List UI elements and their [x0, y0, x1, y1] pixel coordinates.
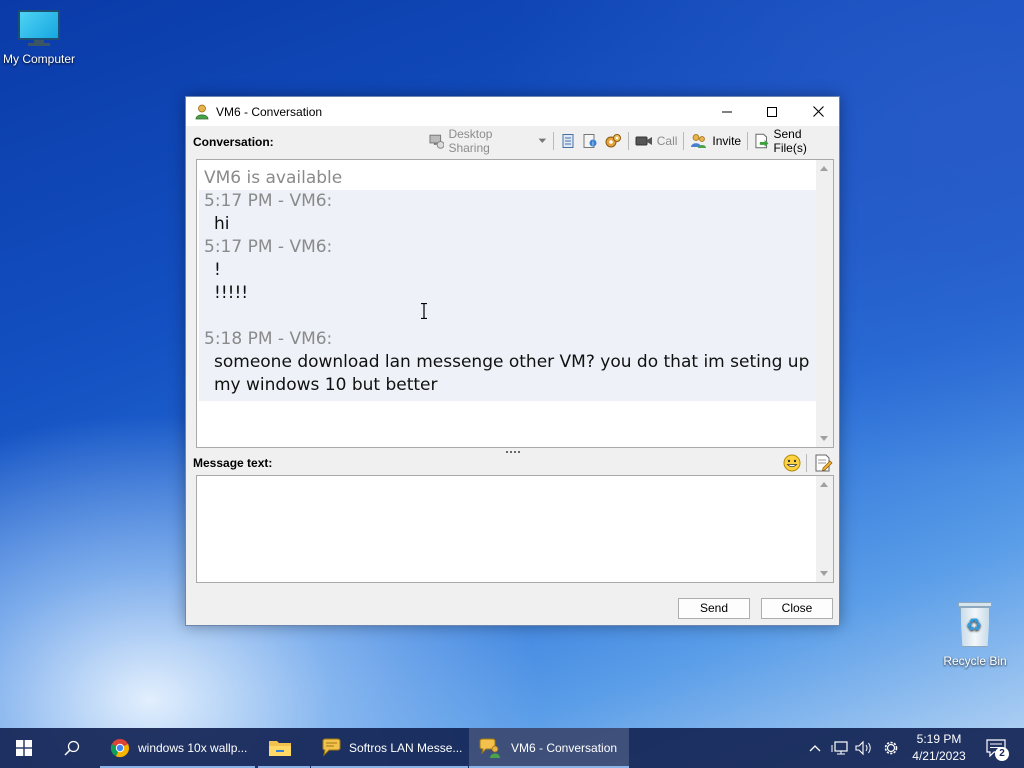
clock-date: 4/21/2023	[912, 749, 966, 763]
message-header: 5:18 PM - VM6:	[204, 329, 333, 349]
emoticon-icon[interactable]	[783, 454, 801, 472]
user-icon	[195, 104, 209, 119]
clock-time: 5:19 PM	[916, 732, 962, 746]
taskbar-item-label: Softros LAN Messe...	[349, 741, 463, 755]
scroll-down-arrow-icon[interactable]	[820, 436, 828, 441]
toolbar-separator	[683, 132, 685, 150]
desktop-sharing-icon	[429, 134, 445, 149]
gear-icon	[884, 741, 898, 755]
taskbar-item-file-explorer[interactable]	[258, 728, 310, 768]
folder-icon	[269, 741, 291, 756]
network-icon	[831, 741, 848, 755]
recycle-bin-desktop-icon[interactable]: ♻ Recycle Bin	[933, 602, 1017, 668]
conversation-toolbar: Desktop Sharing i Call Invite Send File(…	[426, 127, 839, 155]
message-text: !	[214, 260, 221, 280]
message-scrollbar[interactable]	[816, 476, 833, 582]
conversation-label: Conversation:	[193, 135, 274, 149]
show-hidden-icons-button[interactable]	[804, 728, 826, 768]
send-files-label: Send File(s)	[773, 127, 807, 155]
my-computer-label: My Computer	[2, 52, 76, 66]
scroll-up-arrow-icon[interactable]	[820, 482, 828, 487]
message-text: my windows 10 but better	[214, 375, 438, 395]
message-text: !!!!!	[214, 283, 249, 303]
close-icon	[812, 106, 824, 117]
history-book-icon	[562, 134, 574, 148]
invite-users-icon	[691, 134, 707, 148]
start-button[interactable]	[0, 728, 48, 768]
conversation-history[interactable]: VM6 is available 5:17 PM - VM6: hi 5:17 …	[196, 159, 834, 448]
message-header: 5:17 PM - VM6:	[204, 237, 333, 257]
toolbar-separator	[806, 454, 807, 472]
notification-count-badge: 2	[995, 747, 1009, 761]
maximize-button[interactable]	[749, 97, 795, 126]
conversation-scrollbar[interactable]	[816, 160, 833, 447]
taskbar-item-lan-messenger[interactable]: Softros LAN Messe...	[311, 728, 468, 768]
toolbar-separator	[552, 132, 554, 150]
send-file-icon	[755, 133, 769, 149]
video-camera-icon	[635, 136, 652, 146]
message-group: 5:17 PM - VM6: hi 5:17 PM - VM6: ! !!!!!…	[199, 190, 816, 401]
scroll-up-arrow-icon[interactable]	[820, 166, 828, 171]
invite-button[interactable]: Invite	[687, 130, 744, 152]
send-button[interactable]: Send	[678, 598, 750, 619]
action-center-button[interactable]: 2	[978, 728, 1014, 768]
toolbar-separator	[627, 132, 629, 150]
gears-icon	[605, 134, 621, 148]
taskbar-item-label: VM6 - Conversation	[511, 741, 618, 755]
windows-logo-icon	[16, 740, 32, 756]
user-info-button[interactable]: i	[579, 130, 601, 152]
message-text: hi	[214, 214, 230, 234]
chevron-down-icon	[538, 138, 547, 143]
recycle-bin-label: Recycle Bin	[943, 654, 1007, 668]
computer-icon	[18, 8, 60, 46]
volume-tray-button[interactable]	[852, 728, 876, 768]
conversation-window: VM6 - Conversation Conversation: Desktop…	[185, 96, 840, 626]
message-input[interactable]	[197, 476, 815, 582]
title-bar[interactable]: VM6 - Conversation	[186, 97, 839, 126]
history-button[interactable]	[557, 130, 579, 152]
status-message: VM6 is available	[204, 168, 343, 188]
desktop-sharing-button[interactable]: Desktop Sharing	[426, 127, 550, 155]
settings-tray-button[interactable]	[878, 728, 904, 768]
message-text-area[interactable]	[196, 475, 834, 583]
taskbar-item-label: windows 10x wallp...	[138, 741, 248, 755]
invite-label: Invite	[712, 134, 742, 148]
search-icon	[64, 740, 80, 756]
taskbar-item-conversation[interactable]: VM6 - Conversation	[469, 728, 629, 768]
recycle-bin-icon: ♻	[958, 602, 992, 648]
pane-splitter-handle[interactable]	[506, 451, 520, 455]
lan-messenger-icon	[322, 738, 341, 757]
maximize-icon	[767, 106, 777, 117]
close-window-button[interactable]	[795, 97, 841, 126]
search-button[interactable]	[48, 728, 96, 768]
message-header: 5:17 PM - VM6:	[204, 191, 333, 211]
network-tray-button[interactable]	[828, 728, 852, 768]
close-button[interactable]: Close	[761, 598, 833, 619]
taskbar-item-chrome[interactable]: windows 10x wallp...	[100, 728, 255, 768]
minimize-button[interactable]	[704, 97, 750, 126]
message-text: someone download lan messenge other VM? …	[214, 352, 810, 372]
my-computer-desktop-icon[interactable]: My Computer	[0, 8, 81, 66]
taskbar: windows 10x wallp... Softros LAN Messe..…	[0, 728, 1024, 768]
desktop-sharing-label: Desktop Sharing	[448, 127, 493, 155]
call-label: Call	[656, 134, 678, 148]
conversation-icon	[479, 738, 500, 758]
chevron-up-icon	[809, 745, 821, 752]
window-title: VM6 - Conversation	[216, 104, 323, 119]
toolbar-separator	[747, 132, 749, 150]
settings-button[interactable]	[601, 130, 625, 152]
send-files-button[interactable]: Send File(s)	[751, 127, 839, 155]
speaker-icon	[855, 740, 871, 756]
minimize-icon	[722, 111, 732, 112]
chrome-icon	[110, 739, 130, 758]
scroll-down-arrow-icon[interactable]	[820, 571, 828, 576]
message-text-label: Message text:	[193, 456, 273, 470]
text-format-icon[interactable]	[813, 453, 833, 473]
user-info-icon: i	[583, 134, 597, 148]
call-button[interactable]: Call	[632, 130, 681, 152]
text-cursor-icon	[421, 303, 427, 319]
system-clock[interactable]: 5:19 PM 4/21/2023	[906, 731, 972, 765]
